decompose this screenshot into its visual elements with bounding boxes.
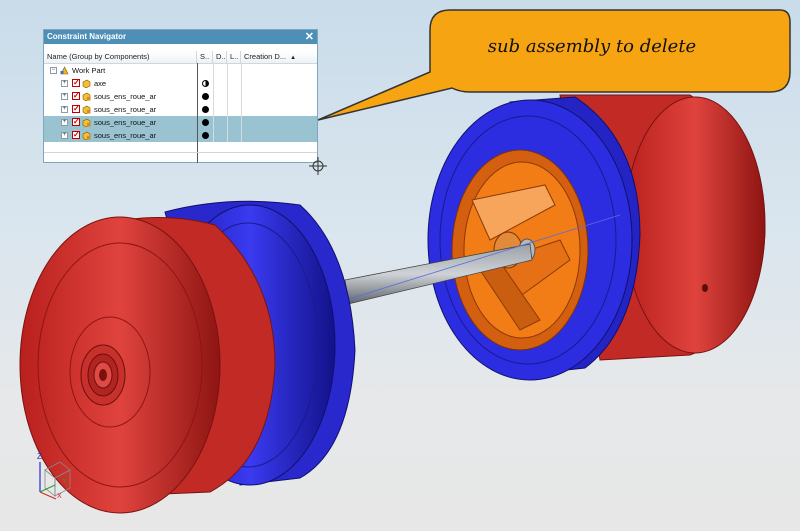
tree-row-label: sous_ens_roue_ar bbox=[94, 131, 157, 140]
checkbox-icon[interactable]: ✓ bbox=[72, 118, 80, 126]
callout-text: sub assembly to delete bbox=[487, 36, 697, 57]
tree-row-sous-ens-roue-ar[interactable]: + ✓ sous_ens_roue_ar bbox=[44, 90, 317, 103]
checkbox-icon[interactable]: ✓ bbox=[72, 105, 80, 113]
triad-y-label: Y bbox=[62, 478, 67, 485]
expand-icon[interactable]: + bbox=[61, 132, 68, 139]
tree-row-label: sous_ens_roue_ar bbox=[94, 118, 157, 127]
part-icon bbox=[82, 79, 91, 88]
column-header-l[interactable]: L.. bbox=[227, 51, 241, 63]
status-column-divider bbox=[197, 63, 198, 163]
close-icon[interactable]: ✕ bbox=[305, 30, 314, 44]
tree-row-sous-ens-roue-ar[interactable]: + ✓ sous_ens_roue_ar bbox=[44, 103, 317, 116]
expand-icon[interactable]: + bbox=[61, 106, 68, 113]
expand-icon[interactable]: + bbox=[61, 119, 68, 126]
tree-row-work-part[interactable]: − Work Part bbox=[44, 64, 317, 77]
status-full-icon bbox=[202, 132, 209, 139]
right-wheel-assembly[interactable] bbox=[427, 94, 766, 381]
triad-z-label: Z bbox=[37, 452, 42, 461]
column-header-status[interactable]: S.. bbox=[197, 51, 213, 63]
status-partial-icon bbox=[202, 80, 209, 87]
triad-x-label: X bbox=[57, 493, 62, 500]
status-full-icon bbox=[202, 93, 209, 100]
sort-ascending-icon: ▲ bbox=[290, 55, 295, 61]
expand-icon[interactable]: + bbox=[61, 80, 68, 87]
assembly-icon bbox=[82, 92, 91, 101]
work-part-icon bbox=[60, 66, 69, 75]
tree-row-sous-ens-roue-ar-selected[interactable]: + ✓ sous_ens_roue_ar bbox=[44, 116, 317, 129]
navigator-footer bbox=[44, 152, 317, 153]
tree-row-label: sous_ens_roue_ar bbox=[94, 92, 157, 101]
checkbox-icon[interactable]: ✓ bbox=[72, 131, 80, 139]
status-full-icon bbox=[202, 119, 209, 126]
column-header-d[interactable]: D.. bbox=[213, 51, 227, 63]
column-header-name[interactable]: Name (Group by Components) bbox=[44, 51, 197, 63]
tree-row-sous-ens-roue-ar-selected[interactable]: + ✓ sous_ens_roue_ar bbox=[44, 129, 317, 142]
assembly-icon bbox=[82, 118, 91, 127]
navigator-title-bar[interactable]: Constraint Navigator ✕ bbox=[44, 30, 317, 44]
tree-row-label: axe bbox=[94, 79, 107, 88]
crosshair-cursor-icon bbox=[309, 157, 327, 175]
tree-row-axe[interactable]: + ✓ axe bbox=[44, 77, 317, 90]
navigator-column-header: Name (Group by Components) S.. D.. L.. C… bbox=[44, 51, 317, 64]
tree-row-label: sous_ens_roue_ar bbox=[94, 105, 157, 114]
constraint-navigator-panel[interactable]: Constraint Navigator ✕ Name (Group by Co… bbox=[43, 29, 318, 163]
assembly-icon bbox=[82, 131, 91, 140]
left-wheel-assembly[interactable] bbox=[19, 200, 356, 514]
expand-icon[interactable]: + bbox=[61, 93, 68, 100]
collapse-icon[interactable]: − bbox=[50, 67, 57, 74]
column-header-creation-date-label: Creation D... bbox=[244, 52, 287, 61]
navigator-title: Constraint Navigator bbox=[47, 32, 127, 41]
checkbox-icon[interactable]: ✓ bbox=[72, 79, 80, 87]
column-header-creation-date[interactable]: Creation D... ▲ bbox=[241, 51, 295, 63]
checkbox-icon[interactable]: ✓ bbox=[72, 92, 80, 100]
assembly-icon bbox=[82, 105, 91, 114]
work-part-label: Work Part bbox=[72, 66, 106, 75]
status-full-icon bbox=[202, 106, 209, 113]
